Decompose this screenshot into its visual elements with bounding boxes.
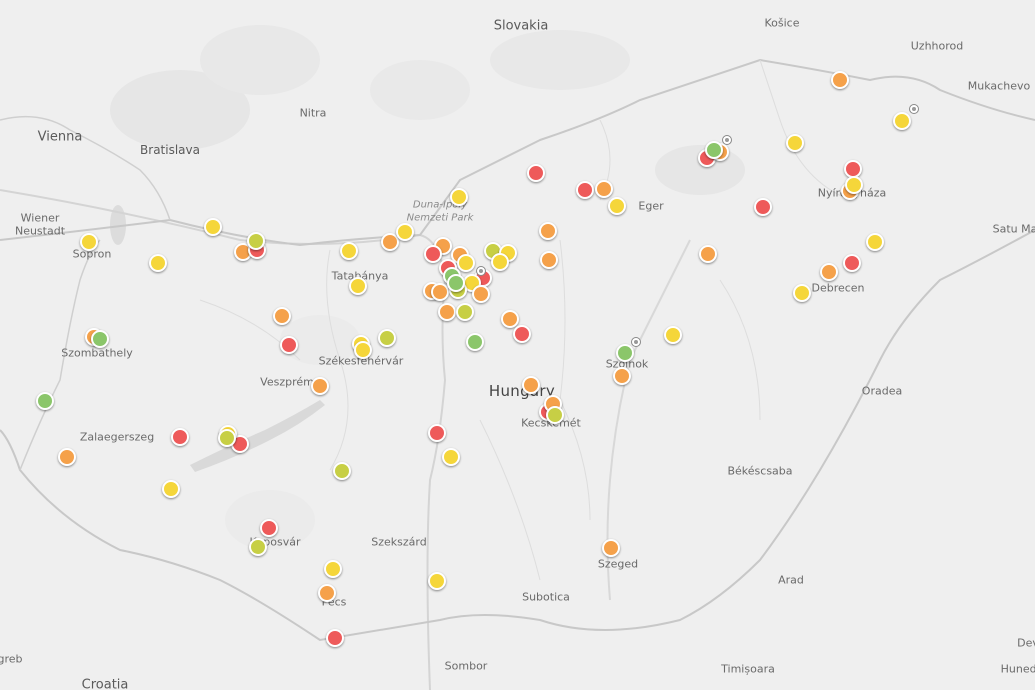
sensor-marker[interactable] (472, 285, 490, 303)
label-eger: Eger (638, 199, 664, 213)
label-szombathely: Szombathely (61, 346, 133, 360)
sensor-marker[interactable] (260, 519, 278, 537)
sensor-marker[interactable] (793, 284, 811, 302)
sensor-marker[interactable] (80, 233, 98, 251)
sensor-marker[interactable] (218, 429, 236, 447)
sensor-marker[interactable] (491, 253, 509, 271)
sensor-marker[interactable] (843, 254, 861, 272)
sensor-marker[interactable] (36, 392, 54, 410)
sensor-marker[interactable] (450, 188, 468, 206)
label-mukachevo: Mukachevo (967, 79, 1031, 93)
sensor-marker[interactable] (456, 303, 474, 321)
sensor-marker[interactable] (438, 303, 456, 321)
sensor-marker[interactable] (457, 254, 475, 272)
sensor-marker[interactable] (546, 406, 564, 424)
sensor-marker[interactable] (273, 307, 291, 325)
sensor-marker[interactable] (326, 629, 344, 647)
sensor-marker[interactable] (204, 218, 222, 236)
label-arad: Arad (778, 573, 804, 587)
label-bekescsaba: Békéscsaba (727, 464, 793, 478)
sensor-marker[interactable] (378, 329, 396, 347)
label-debrecen: Debrecen (811, 281, 865, 295)
sensor-marker[interactable] (699, 245, 717, 263)
sensor-marker[interactable] (595, 180, 613, 198)
sensor-marker[interactable] (340, 242, 358, 260)
sensor-marker[interactable] (318, 584, 336, 602)
map-basemap (0, 0, 1035, 690)
label-hunedoara: Hunedo (1000, 662, 1035, 676)
air-quality-map[interactable]: Slovakia Košice Uzhhorod Mukachevo Vienn… (0, 0, 1035, 690)
sensor-marker[interactable] (333, 462, 351, 480)
sensor-marker[interactable] (249, 538, 267, 556)
sensor-marker[interactable] (576, 181, 594, 199)
sensor-marker[interactable] (431, 283, 449, 301)
sensor-marker[interactable] (58, 448, 76, 466)
label-satu-mare: Satu Ma (992, 222, 1035, 236)
sensor-marker[interactable] (280, 336, 298, 354)
sensor-marker[interactable] (522, 376, 540, 394)
sensor-marker[interactable] (424, 245, 442, 263)
sensor-marker[interactable] (513, 325, 531, 343)
label-zagreb: greb (0, 652, 23, 666)
sensor-marker[interactable] (428, 572, 446, 590)
sensor-marker[interactable] (705, 141, 723, 159)
sensor-marker[interactable] (786, 134, 804, 152)
sensor-marker[interactable] (149, 254, 167, 272)
sensor-marker[interactable] (447, 274, 465, 292)
sensor-marker[interactable] (501, 310, 519, 328)
sensor-marker[interactable] (831, 71, 849, 89)
sensor-marker[interactable] (527, 164, 545, 182)
sensor-marker[interactable] (442, 448, 460, 466)
label-oradea: Oradea (861, 384, 903, 398)
label-kosice: Košice (764, 16, 800, 30)
sensor-marker[interactable] (91, 330, 109, 348)
sensor-marker[interactable] (466, 333, 484, 351)
label-zalaegerszeg: Zalaegerszeg (79, 430, 155, 444)
sensor-marker[interactable] (324, 560, 342, 578)
sensor-marker[interactable] (349, 277, 367, 295)
sensor-marker[interactable] (866, 233, 884, 251)
sensor-marker[interactable] (613, 367, 631, 385)
sensor-marker[interactable] (247, 232, 265, 250)
sensor-marker[interactable] (893, 112, 911, 130)
label-subotica: Subotica (522, 590, 570, 604)
sensor-marker[interactable] (162, 480, 180, 498)
sensor-marker[interactable] (602, 539, 620, 557)
cluster-pin-icon[interactable] (631, 337, 641, 347)
sensor-marker[interactable] (171, 428, 189, 446)
label-nitra: Nitra (299, 106, 327, 120)
sensor-marker[interactable] (820, 263, 838, 281)
cluster-pin-icon[interactable] (722, 135, 732, 145)
sensor-marker[interactable] (664, 326, 682, 344)
label-deva: Dev (1017, 636, 1035, 650)
sensor-marker[interactable] (354, 341, 372, 359)
sensor-marker[interactable] (539, 222, 557, 240)
label-szeged: Szeged (597, 557, 639, 571)
label-duna-ipoly-2: Nemzeti Park (406, 212, 474, 224)
label-szekszard: Szekszárd (371, 535, 427, 549)
label-wiener-2: Neustadt (14, 224, 66, 238)
sensor-marker[interactable] (754, 198, 772, 216)
label-slovakia: Slovakia (493, 18, 549, 34)
sensor-marker[interactable] (428, 424, 446, 442)
sensor-marker[interactable] (396, 223, 414, 241)
sensor-marker[interactable] (845, 176, 863, 194)
cluster-pin-icon[interactable] (909, 104, 919, 114)
label-uzhhorod: Uzhhorod (910, 39, 964, 53)
label-wiener-1: Wiener (20, 211, 60, 225)
sensor-marker[interactable] (608, 197, 626, 215)
sensor-marker[interactable] (616, 344, 634, 362)
label-timisoara: Timișoara (721, 662, 775, 676)
label-croatia: Croatia (81, 677, 129, 690)
label-bratislava: Bratislava (140, 143, 200, 157)
cluster-pin-icon[interactable] (476, 266, 486, 276)
label-vienna: Vienna (37, 129, 83, 145)
sensor-marker[interactable] (540, 251, 558, 269)
label-veszprem: Veszprém (260, 375, 314, 389)
sensor-marker[interactable] (311, 377, 329, 395)
label-sombor: Sombor (444, 659, 488, 673)
